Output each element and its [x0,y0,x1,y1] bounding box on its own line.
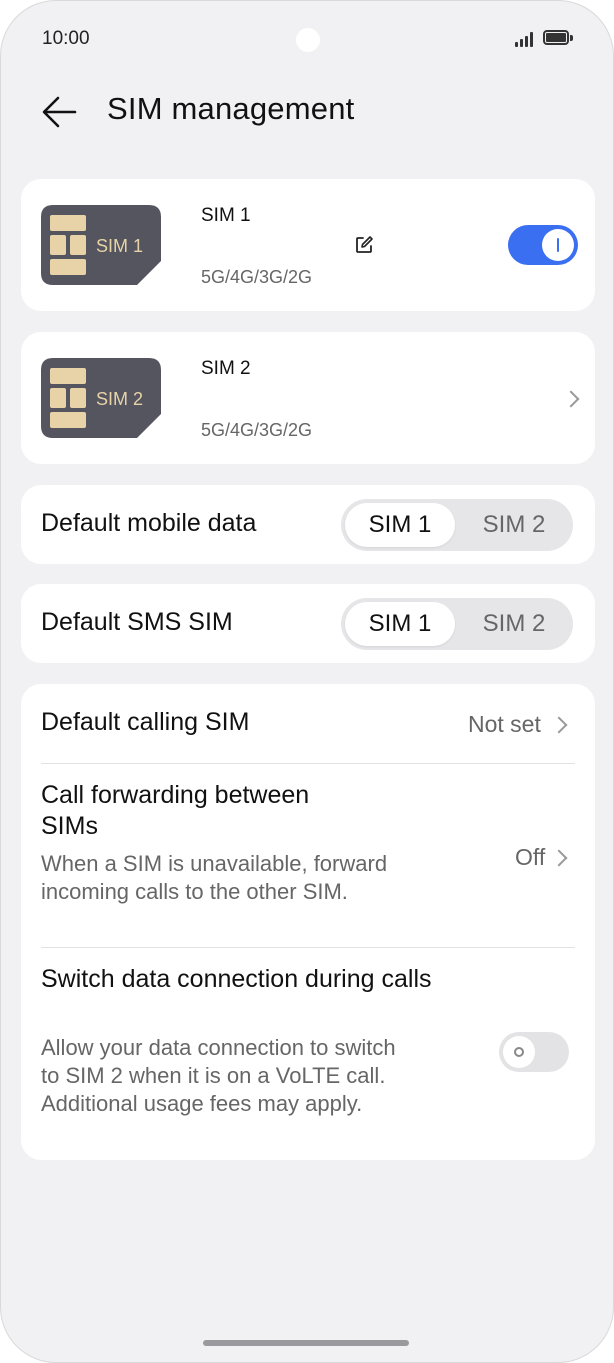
battery-icon [543,29,573,47]
sim1-chip-label: SIM 1 [96,236,143,256]
default-mobile-data-card: Default mobile data SIM 1 SIM 2 [21,485,595,564]
header: SIM management [1,77,613,147]
chevron-right-icon [562,390,580,408]
back-button[interactable] [37,91,83,133]
signal-icon [515,29,537,47]
mobile-data-option-sim1[interactable]: SIM 1 [345,503,455,547]
chevron-right-icon [550,849,568,867]
default-mobile-data-label: Default mobile data [41,509,257,537]
call-forwarding-value: Off [515,844,546,870]
default-mobile-data-selector: SIM 1 SIM 2 [341,499,573,551]
default-sms-selector: SIM 1 SIM 2 [341,598,573,650]
edit-icon [356,236,373,253]
sms-option-sim2[interactable]: SIM 2 [459,602,569,646]
default-calling-value: Not set [468,711,541,737]
default-calling-row[interactable]: Default calling SIM Not set [21,684,595,763]
sim1-chip-icon: SIM 1 [41,205,161,285]
sim1-card: SIM 1 SIM 1 5G/4G/3G/2G [21,179,595,311]
call-forwarding-description: When a SIM is unavailable, forward incom… [41,851,388,904]
switch-data-toggle[interactable] [499,1032,569,1072]
edit-sim1-name-button[interactable] [354,235,374,255]
sim1-enable-toggle[interactable] [508,225,578,265]
arrow-left-icon [42,96,77,128]
sim1-name: SIM 1 [201,205,251,226]
call-forwarding-label: Call forwarding between SIMs [41,781,310,840]
chevron-right-icon [550,716,568,734]
switch-data-description: Allow your data connection to switch to … [41,1035,396,1116]
sim2-card[interactable]: SIM 2 SIM 2 5G/4G/3G/2G [21,332,595,464]
call-forwarding-row[interactable]: Call forwarding between SIMs When a SIM … [21,764,595,947]
camera-cutout [296,28,320,52]
sms-option-sim1[interactable]: SIM 1 [345,602,455,646]
sim2-chip-icon: SIM 2 [41,358,161,438]
default-calling-label: Default calling SIM [41,708,250,736]
status-bar: 10:00 [1,1,613,77]
default-sms-label: Default SMS SIM [41,608,233,636]
page-title: SIM management [107,91,355,126]
default-sms-card: Default SMS SIM SIM 1 SIM 2 [21,584,595,663]
phone-screen: 10:00 SIM management SIM 1 SIM 1 5G/4G/3… [0,0,614,1363]
mobile-data-option-sim2[interactable]: SIM 2 [459,503,569,547]
home-indicator[interactable] [203,1340,409,1346]
sim2-chip-label: SIM 2 [96,389,143,409]
sim2-name: SIM 2 [201,358,251,379]
sim1-networks: 5G/4G/3G/2G [201,267,313,287]
switch-data-label: Switch data connection during calls [41,965,432,993]
sim2-networks: 5G/4G/3G/2G [201,420,313,440]
calling-settings-card: Default calling SIM Not set Call forward… [21,684,595,1160]
status-time: 10:00 [42,28,90,49]
